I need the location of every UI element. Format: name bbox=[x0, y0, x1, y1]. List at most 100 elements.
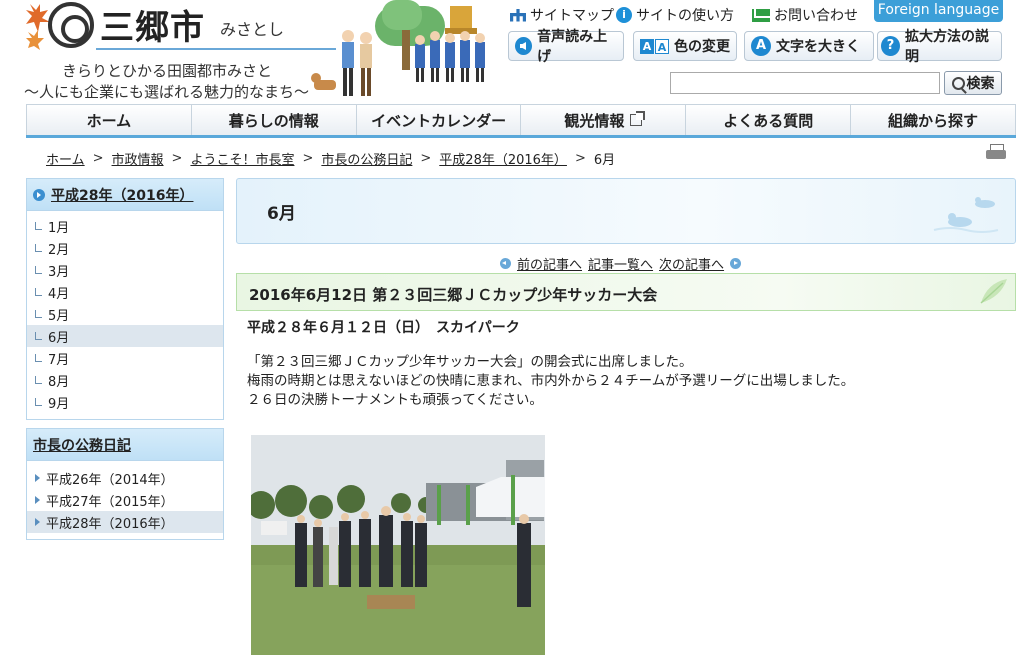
year-list: 平成26年（2014年） 平成27年（2015年） 平成28年（2016年） bbox=[27, 461, 223, 533]
print-icon[interactable] bbox=[986, 144, 1006, 162]
article-title: 2016年6月12日 第２３回三郷ＪＣカップ少年サッカー大会 bbox=[249, 286, 658, 304]
contact-label: お問い合わせ bbox=[774, 8, 858, 24]
breadcrumb-city-info[interactable]: 市政情報 bbox=[112, 149, 164, 168]
page-title-box: 6月 bbox=[236, 178, 1016, 244]
prev-article-link[interactable]: 前の記事へ bbox=[517, 254, 582, 273]
breadcrumb-separator: > bbox=[420, 151, 432, 166]
site-logo[interactable]: 三郷市 みさとし bbox=[26, 2, 336, 56]
sidebar-diary-heading[interactable]: 市長の公務日記 bbox=[27, 429, 223, 461]
tree-branch-icon bbox=[35, 376, 42, 384]
gnav-organization[interactable]: 組織から探す bbox=[850, 105, 1016, 135]
triangle-right-icon bbox=[35, 474, 40, 482]
page: 三郷市 みさとし きらりとひかる田園都市みさと ～人にも企業にも選ばれる魅力的な… bbox=[0, 0, 1021, 657]
article-nav: 前の記事へ 記事一覧へ 次の記事へ bbox=[500, 254, 742, 273]
article-body: 「第２３回三郷ＪＣカップ少年サッカー大会」の開会式に出席しました。 梅雨の時期と… bbox=[247, 353, 854, 410]
article-paragraph: ２６日の決勝トーナメントも頑張ってください。 bbox=[247, 392, 543, 408]
article-list-link[interactable]: 記事一覧へ bbox=[588, 254, 653, 273]
speaker-icon bbox=[515, 37, 533, 55]
sidebar-item-month[interactable]: 8月 bbox=[27, 369, 223, 391]
global-nav: ホーム 暮らしの情報 イベントカレンダー 観光情報 よくある質問 組織から探す bbox=[26, 104, 1016, 138]
speech-label: 音声読み上げ bbox=[537, 29, 608, 65]
breadcrumb-separator: > bbox=[92, 151, 104, 166]
sidebar-diary-title[interactable]: 市長の公務日記 bbox=[33, 435, 131, 455]
next-arrow-icon bbox=[730, 258, 742, 269]
sitemap-icon bbox=[510, 8, 526, 22]
zoom-help-label: 拡大方法の説明 bbox=[904, 29, 989, 65]
site-usage-label: サイトの使い方 bbox=[636, 8, 734, 24]
breadcrumb-separator: > bbox=[574, 151, 586, 166]
article-date-location: 平成２８年６月１２日（日） スカイパーク bbox=[247, 320, 520, 336]
article-heading-box: 2016年6月12日 第２３回三郷ＪＣカップ少年サッカー大会 bbox=[236, 273, 1016, 311]
sidebar-item-month[interactable]: 4月 bbox=[27, 281, 223, 303]
contact-link[interactable]: お問い合わせ bbox=[752, 4, 858, 26]
leaf-decoration-icon bbox=[980, 279, 1007, 304]
breadcrumb-current: 6月 bbox=[593, 153, 616, 168]
question-icon: ? bbox=[881, 36, 900, 56]
search-button[interactable]: 検索 bbox=[944, 71, 1002, 95]
triangle-right-icon bbox=[35, 518, 40, 526]
sidebar-item-month[interactable]: 7月 bbox=[27, 347, 223, 369]
color-aa-icon: AA bbox=[640, 38, 669, 54]
search-icon bbox=[951, 76, 965, 90]
color-change-label: 色の変更 bbox=[674, 39, 730, 55]
sidebar-item-month[interactable]: 9月 bbox=[27, 391, 223, 413]
gnav-event-calendar[interactable]: イベントカレンダー bbox=[355, 105, 521, 135]
tagline-sub: ～人にも企業にも選ばれる魅力的なまち～ bbox=[24, 83, 310, 101]
gnav-home[interactable]: ホーム bbox=[26, 105, 191, 135]
city-emblem-icon bbox=[48, 2, 94, 48]
gnav-tourism[interactable]: 観光情報 bbox=[520, 105, 685, 135]
breadcrumb-home[interactable]: ホーム bbox=[46, 149, 85, 168]
tree-branch-icon bbox=[35, 310, 42, 318]
sidebar-year-title[interactable]: 平成28年（2016年） bbox=[51, 185, 193, 205]
breadcrumb-separator: > bbox=[302, 151, 314, 166]
site-usage-link[interactable]: i サイトの使い方 bbox=[616, 4, 734, 26]
triangle-right-icon bbox=[35, 496, 40, 504]
prev-arrow-icon bbox=[500, 258, 511, 269]
tree-branch-icon bbox=[35, 332, 42, 340]
sidebar-item-year-active[interactable]: 平成28年（2016年） bbox=[27, 511, 223, 533]
info-icon: i bbox=[616, 7, 632, 23]
article-paragraph: 「第２３回三郷ＪＣカップ少年サッカー大会」の開会式に出席しました。 bbox=[247, 354, 693, 370]
sidebar-item-month-active[interactable]: 6月 bbox=[27, 325, 223, 347]
sidebar-years: 市長の公務日記 平成26年（2014年） 平成27年（2015年） 平成28年（… bbox=[26, 428, 224, 540]
external-link-icon bbox=[630, 111, 646, 126]
color-change-button[interactable]: AA 色の変更 bbox=[633, 31, 737, 61]
breadcrumb-mayor-diary[interactable]: 市長の公務日記 bbox=[321, 149, 412, 168]
breadcrumb-year[interactable]: 平成28年（2016年） bbox=[439, 149, 567, 168]
tagline-main: きらりとひかる田園都市みさと bbox=[62, 62, 273, 80]
sidebar-item-month[interactable]: 3月 bbox=[27, 259, 223, 281]
tree-branch-icon bbox=[35, 288, 42, 296]
next-article-link[interactable]: 次の記事へ bbox=[659, 254, 724, 273]
gnav-faq[interactable]: よくある質問 bbox=[685, 105, 850, 135]
sidebar-months: 平成28年（2016年） 1月 2月 3月 4月 5月 6月 7月 8月 9月 bbox=[26, 178, 224, 420]
sidebar-item-year[interactable]: 平成27年（2015年） bbox=[27, 489, 223, 511]
sidebar-year-heading[interactable]: 平成28年（2016年） bbox=[27, 179, 223, 211]
breadcrumb-separator: > bbox=[171, 151, 183, 166]
search-button-label: 検索 bbox=[966, 76, 995, 92]
logo-kana: みさとし bbox=[220, 20, 285, 39]
header-illustration bbox=[311, 0, 485, 96]
breadcrumb-mayor-office[interactable]: ようこそ！市長室 bbox=[190, 149, 294, 168]
tree-branch-icon bbox=[35, 398, 42, 406]
sitemap-link[interactable]: サイトマップ bbox=[510, 4, 614, 26]
gnav-living[interactable]: 暮らしの情報 bbox=[190, 105, 356, 135]
foreign-language-button[interactable]: Foreign language bbox=[874, 0, 1003, 22]
font-size-button[interactable]: A 文字を大きく bbox=[744, 31, 874, 61]
search-input[interactable] bbox=[670, 72, 940, 94]
sidebar-item-month[interactable]: 2月 bbox=[27, 237, 223, 259]
breadcrumb: ホーム > 市政情報 > ようこそ！市長室 > 市長の公務日記 > 平成28年（… bbox=[46, 149, 615, 168]
article-paragraph: 梅雨の時期とは思えないほどの快晴に恵まれ、市内外から２４チームが予選リーグに出場… bbox=[247, 373, 855, 389]
speech-button[interactable]: 音声読み上げ bbox=[508, 29, 624, 65]
sidebar-item-year[interactable]: 平成26年（2014年） bbox=[27, 467, 223, 489]
sidebar-item-month[interactable]: 5月 bbox=[27, 303, 223, 325]
month-list: 1月 2月 3月 4月 5月 6月 7月 8月 9月 bbox=[27, 211, 223, 413]
tree-branch-icon bbox=[35, 222, 42, 230]
font-size-label: 文字を大きく bbox=[776, 39, 860, 55]
zoom-help-button[interactable]: ? 拡大方法の説明 bbox=[877, 29, 1002, 65]
circle-arrow-icon bbox=[33, 188, 45, 201]
mail-icon bbox=[752, 8, 770, 22]
page-title: 6月 bbox=[267, 204, 296, 224]
sidebar-item-month[interactable]: 1月 bbox=[27, 215, 223, 237]
article-photo bbox=[251, 435, 545, 655]
tree-branch-icon bbox=[35, 244, 42, 252]
